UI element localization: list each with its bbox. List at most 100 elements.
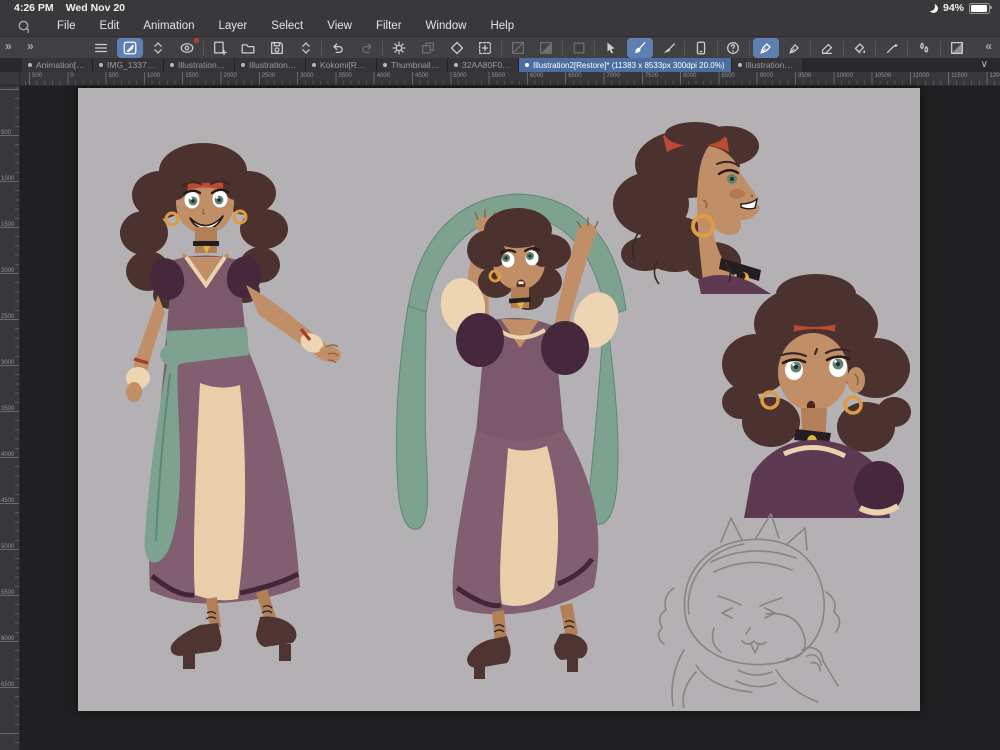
ruler-label: 1000 <box>146 73 161 79</box>
tab-label: Kokomi[Restor... <box>320 60 370 70</box>
ruler-label: 6500 <box>1 682 15 688</box>
toolbar-separator <box>500 40 502 56</box>
menu-edit[interactable]: Edit <box>88 20 132 32</box>
tab-label: Animation[Res... <box>36 60 86 70</box>
tab-status-dot <box>28 63 32 67</box>
tab-label: Illustration3[Re... <box>249 60 299 70</box>
device-tool-button[interactable] <box>688 38 714 58</box>
neck-choker <box>193 227 219 254</box>
clip-studio-home-button[interactable] <box>174 38 200 58</box>
tab-status-dot <box>737 63 742 67</box>
ruler-label: 6500 <box>568 73 582 79</box>
updown-icon <box>301 42 310 54</box>
document-tab[interactable]: Kokomi[Restor... <box>306 58 377 72</box>
fill-tool-button[interactable] <box>846 38 872 58</box>
timer-tool-button[interactable] <box>720 38 746 58</box>
ruler-label: 1000 <box>1 176 15 182</box>
new-canvas-button[interactable] <box>207 38 233 58</box>
menu-layer[interactable]: Layer <box>207 20 260 32</box>
updown-icon <box>154 42 163 54</box>
square-icon <box>573 42 585 54</box>
toolbar: » » « <box>0 36 1000 58</box>
document-tab[interactable]: Illustration4[Re... <box>731 58 803 72</box>
hamburger-icon <box>95 43 107 53</box>
document-tab[interactable]: Thumbnails[Re... <box>377 58 448 72</box>
marquee-icon <box>479 42 492 54</box>
line-tool-button[interactable] <box>656 38 682 58</box>
clip-studio-logo-icon[interactable] <box>16 19 31 34</box>
tab-status-dot <box>99 63 103 67</box>
select-area-button[interactable] <box>472 38 498 58</box>
ruler-label: 4000 <box>376 73 391 79</box>
save-options-chevron-button[interactable] <box>293 38 319 58</box>
battery-icon <box>969 2 992 14</box>
pen-icon <box>760 43 771 54</box>
brush-tool-button[interactable] <box>626 38 653 58</box>
folder-icon <box>241 44 255 54</box>
sun-icon <box>392 41 406 55</box>
ruler-label: 4500 <box>1 498 15 504</box>
document-tab[interactable]: IMG_1337.jpg(... <box>93 58 164 72</box>
pen-tool-button[interactable] <box>752 38 779 58</box>
toolbar-separator <box>810 40 812 56</box>
expand-panel-button[interactable]: » <box>5 39 12 53</box>
menu-items: File Edit Animation Layer Select View Filter Wi… <box>45 20 526 32</box>
menu-help[interactable]: Help <box>478 20 526 32</box>
document-tab[interactable]: Animation[Res... <box>22 58 93 72</box>
document-tab[interactable]: 32AA80F0-17... <box>448 58 519 72</box>
rotate-canvas-button[interactable] <box>444 38 470 58</box>
ruler-label: 1500 <box>185 73 199 79</box>
newdoc-icon <box>213 41 227 56</box>
notification-badge <box>194 38 200 43</box>
object-tool-button[interactable] <box>598 38 624 58</box>
toolbar-separator <box>939 40 941 56</box>
collapse-toolbar-button[interactable]: « <box>985 39 992 53</box>
tool-variant-chevron-button[interactable] <box>145 38 171 58</box>
ear <box>847 367 865 393</box>
menu-animation[interactable]: Animation <box>131 20 206 32</box>
menu-select[interactable]: Select <box>259 20 315 32</box>
tab-label: IMG_1337.jpg(... <box>107 60 157 70</box>
eraser-tool-button[interactable] <box>814 38 840 58</box>
clip-studio-paint-window: 4:26 PM Wed Nov 20 94% File Edit Animation… <box>0 0 1000 750</box>
tab-label: 32AA80F0-17... <box>462 60 512 70</box>
tab-overflow-button[interactable]: ∨ <box>981 59 988 71</box>
noentry-icon <box>511 42 524 54</box>
menu-file[interactable]: File <box>45 20 88 32</box>
gradient-tool-button[interactable] <box>944 38 970 58</box>
main-menu-button[interactable] <box>88 38 114 58</box>
menu-window[interactable]: Window <box>414 20 479 32</box>
undo-icon <box>333 43 343 53</box>
ink-tool-button[interactable] <box>879 38 905 58</box>
save-icon <box>270 42 283 54</box>
current-tool-preview-button[interactable] <box>116 38 143 58</box>
canvas-page[interactable] <box>78 88 920 711</box>
ruler-corner <box>0 72 20 86</box>
inkpen-icon <box>886 43 898 54</box>
gradient-icon <box>950 42 963 54</box>
menu-view[interactable]: View <box>315 20 364 32</box>
menu-filter[interactable]: Filter <box>364 20 414 32</box>
undo-button[interactable] <box>325 38 351 58</box>
ruler-label: 11500 <box>951 73 968 79</box>
open-file-button[interactable] <box>235 38 261 58</box>
ruler-label: 3500 <box>338 73 352 79</box>
save-button[interactable] <box>264 38 290 58</box>
tab-status-dot <box>383 63 387 67</box>
ruler-label: 10000 <box>836 73 853 79</box>
deselect-button <box>505 38 531 58</box>
ruler-label: 7000 <box>606 73 620 79</box>
pencil-tool-button[interactable] <box>782 38 808 58</box>
document-tab-active[interactable]: Illustration2[Restore]* (11383 x 8533px … <box>519 58 732 72</box>
selection-launcher-button <box>566 38 592 58</box>
toolbar-separator <box>907 40 909 56</box>
ruler-label: 12000 <box>989 73 1000 79</box>
tab-status-dot <box>241 63 245 67</box>
document-tab[interactable]: Illustration3[Re... <box>235 58 306 72</box>
document-tab[interactable]: Illustration5[Re... <box>164 58 235 72</box>
expand-panel-button-2[interactable]: » <box>27 39 34 53</box>
ruler-label: 2500 <box>1 314 15 320</box>
processing-button[interactable] <box>386 38 412 58</box>
ruler-label: 10500 <box>874 73 892 79</box>
blend-tool-button[interactable] <box>911 38 937 58</box>
